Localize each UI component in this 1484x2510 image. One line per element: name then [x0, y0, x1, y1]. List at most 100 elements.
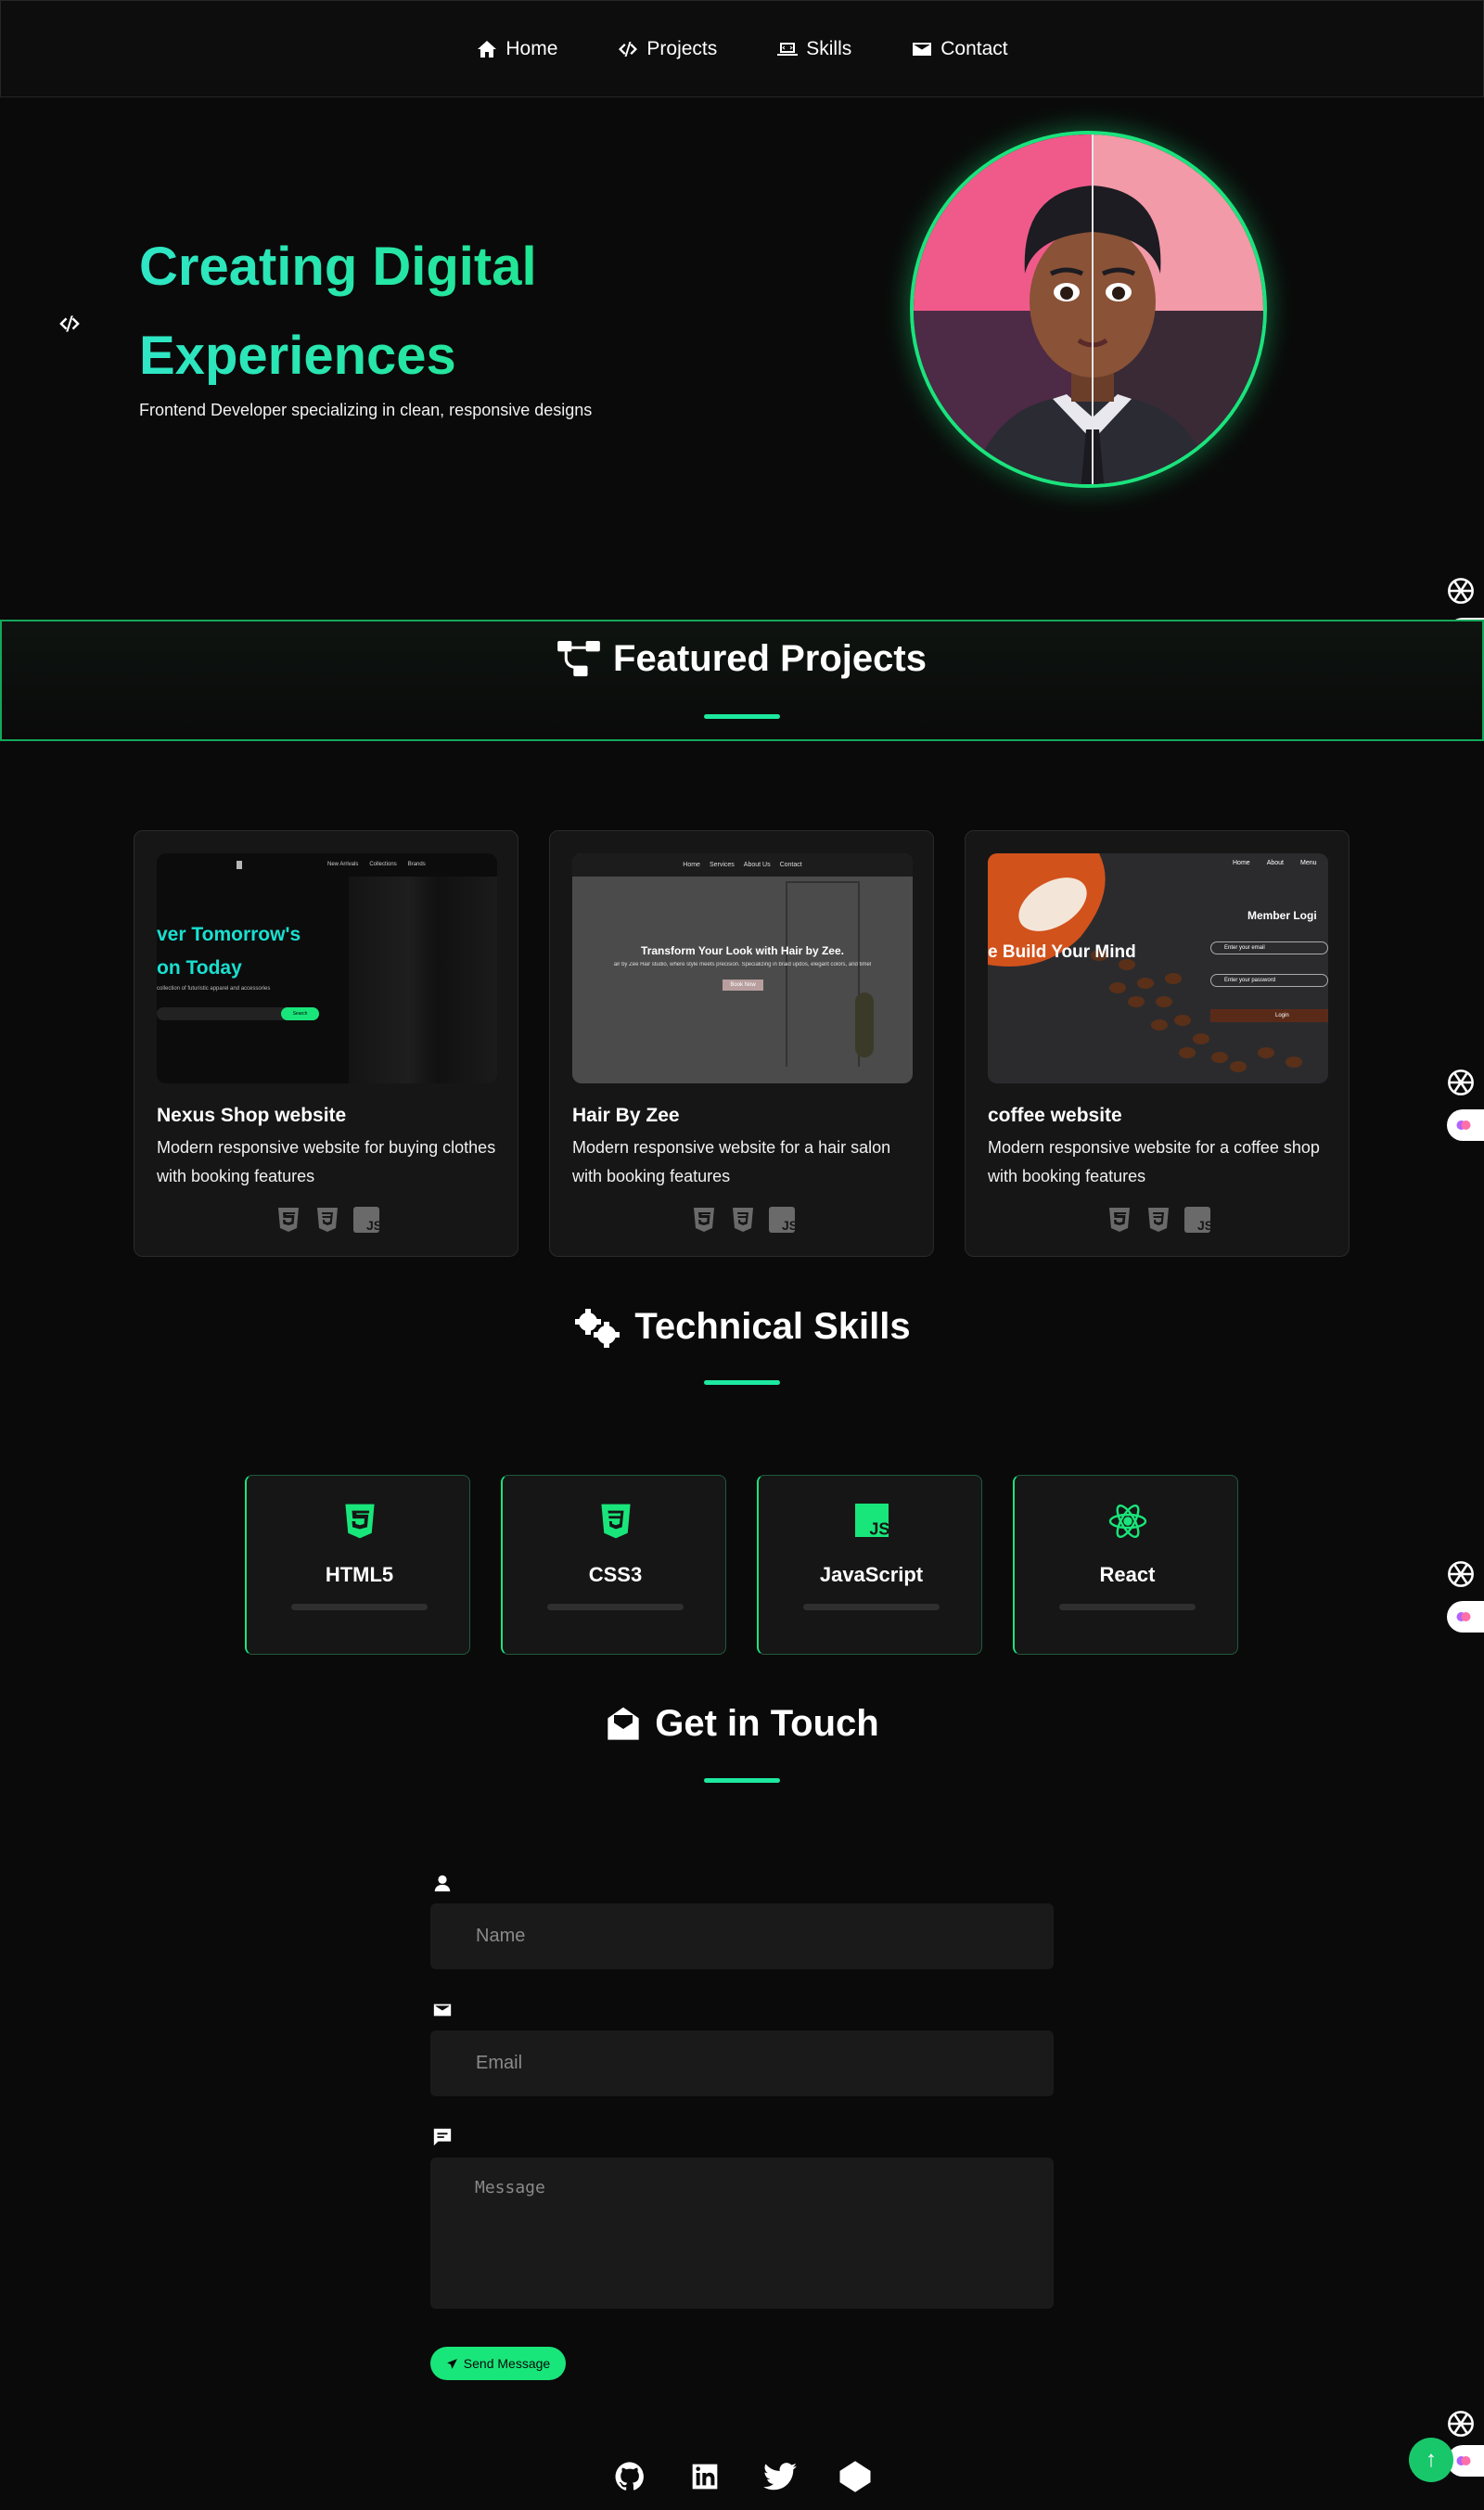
project-screenshot: New Arrivals Collections Brands ver Tomo… — [157, 853, 497, 1083]
diagram-project-icon — [557, 640, 600, 676]
shot-headline: e Build Your Mind — [988, 942, 1136, 962]
laptop-code-icon — [777, 42, 799, 56]
github-icon — [615, 2462, 644, 2491]
shot-nav: Services — [709, 862, 735, 868]
tech-stack: JS — [134, 1206, 519, 1234]
name-input[interactable]: Name — [430, 1903, 1054, 1969]
tech-stack: JS — [550, 1206, 935, 1234]
gears-icon — [575, 1308, 620, 1348]
css3-icon — [313, 1206, 341, 1234]
hero-title: Creating Digital Experiences — [139, 223, 733, 401]
skill-card-react: React — [1013, 1475, 1238, 1655]
nav-home[interactable]: Home — [476, 38, 557, 60]
hero-subtitle: Frontend Developer specializing in clean… — [139, 401, 593, 419]
react-icon — [1108, 1504, 1146, 1539]
tech-stack: JS — [966, 1206, 1350, 1234]
shot-email: Enter your email — [1210, 941, 1328, 954]
project-name: Hair By Zee — [572, 1105, 680, 1126]
projects-underline — [704, 714, 780, 719]
js-icon: JS — [854, 1504, 889, 1537]
project-description: Modern responsive website for a coffee s… — [988, 1138, 1320, 1185]
linkedin-link[interactable] — [688, 2460, 722, 2493]
html5-icon — [275, 1206, 302, 1234]
skill-bar — [1059, 1604, 1196, 1610]
nav-home-label: Home — [505, 37, 558, 59]
css3-icon — [600, 1504, 631, 1539]
shot-nav: Contact — [779, 862, 802, 868]
codepen-link[interactable] — [838, 2460, 872, 2493]
project-name: Nexus Shop website — [157, 1105, 347, 1126]
brain-widget[interactable] — [1447, 1109, 1484, 1141]
send-message-label: Send Message — [463, 2356, 551, 2371]
shot-nav: Collections — [369, 862, 397, 867]
openai-icon[interactable] — [1443, 2406, 1478, 2441]
shot-nav: Home — [1233, 860, 1250, 866]
shot-nav: Brands — [407, 862, 426, 867]
openai-icon[interactable] — [1443, 573, 1478, 608]
brain-icon — [1456, 1121, 1471, 1130]
project-screenshot: Home Services About Us Contact Transform… — [572, 853, 913, 1083]
envelope-open-text-icon — [608, 1707, 639, 1740]
openai-icon[interactable] — [1443, 1556, 1478, 1592]
twitter-link[interactable] — [762, 2460, 797, 2493]
svg-text:JS: JS — [869, 1519, 889, 1537]
skill-name: CSS3 — [588, 1563, 643, 1586]
projects-title-text: Featured Projects — [613, 638, 927, 679]
skill-name: React — [1099, 1563, 1156, 1586]
project-card-nexus[interactable]: New Arrivals Collections Brands ver Tomo… — [134, 830, 518, 1257]
nav-projects-label: Projects — [646, 37, 718, 59]
twitter-icon — [762, 2463, 797, 2491]
brain-widget[interactable] — [1447, 1601, 1484, 1633]
project-card-hair-by-zee[interactable]: Home Services About Us Contact Transform… — [549, 830, 934, 1257]
js-icon: JS — [768, 1206, 796, 1234]
skills-title: Technical Skills — [0, 1306, 1484, 1348]
js-icon: JS — [352, 1206, 380, 1234]
back-to-top-button[interactable]: ↑ — [1409, 2438, 1453, 2482]
linkedin-icon — [692, 2464, 717, 2490]
svg-text:JS: JS — [366, 1218, 379, 1233]
paper-plane-icon — [446, 2358, 457, 2369]
comment-icon — [433, 2128, 452, 2146]
skill-bar — [291, 1604, 428, 1610]
js-icon: JS — [1183, 1206, 1211, 1234]
shot-button: Search — [281, 1007, 319, 1020]
css3-icon — [729, 1206, 757, 1234]
skill-name: JavaScript — [819, 1563, 924, 1586]
openai-icon[interactable] — [1443, 1065, 1478, 1100]
github-link[interactable] — [613, 2460, 646, 2493]
shot-nav: Menu — [1299, 860, 1317, 866]
shot-button: Book Now — [723, 980, 763, 991]
skill-card-css3: CSS3 — [501, 1475, 726, 1655]
shot-button: Login — [1210, 1009, 1328, 1022]
brain-icon — [1456, 1612, 1471, 1621]
send-message-button[interactable]: Send Message — [430, 2347, 566, 2380]
nav-contact[interactable]: Contact — [911, 37, 1008, 60]
svg-text:JS: JS — [1197, 1218, 1210, 1233]
shot-nav: About Us — [743, 862, 771, 868]
social-links — [0, 2460, 1484, 2493]
html5-icon — [344, 1504, 375, 1539]
shot-password: Enter your password — [1210, 974, 1328, 987]
shot-headline: Transform Your Look with Hair by Zee. — [641, 944, 844, 957]
skill-card-javascript: JS JavaScript — [757, 1475, 982, 1655]
shot-nav: About — [1266, 860, 1284, 866]
message-textarea[interactable]: Message — [430, 2158, 1054, 2309]
email-input[interactable]: Email — [430, 2030, 1054, 2096]
skill-card-html5: HTML5 — [245, 1475, 470, 1655]
project-card-coffee[interactable]: Home About Menu e Build Your Mind Member… — [965, 830, 1350, 1257]
html5-icon — [1106, 1206, 1133, 1234]
hero-title-line2: Experiences — [139, 326, 456, 386]
avatar — [910, 131, 1267, 488]
nav-projects[interactable]: Projects — [617, 38, 717, 60]
css3-icon — [1145, 1206, 1172, 1234]
shot-headline: on Today — [157, 957, 242, 979]
shot-nav: New Arrivals — [327, 862, 359, 867]
projects-title: Featured Projects — [0, 638, 1484, 680]
user-icon — [434, 1875, 451, 1892]
skill-bar — [803, 1604, 940, 1610]
code-icon — [619, 41, 638, 57]
nav-contact-label: Contact — [940, 37, 1008, 59]
nav-skills[interactable]: Skills — [776, 38, 851, 60]
nav-skills-label: Skills — [806, 37, 852, 59]
codepen-icon — [839, 2461, 870, 2492]
